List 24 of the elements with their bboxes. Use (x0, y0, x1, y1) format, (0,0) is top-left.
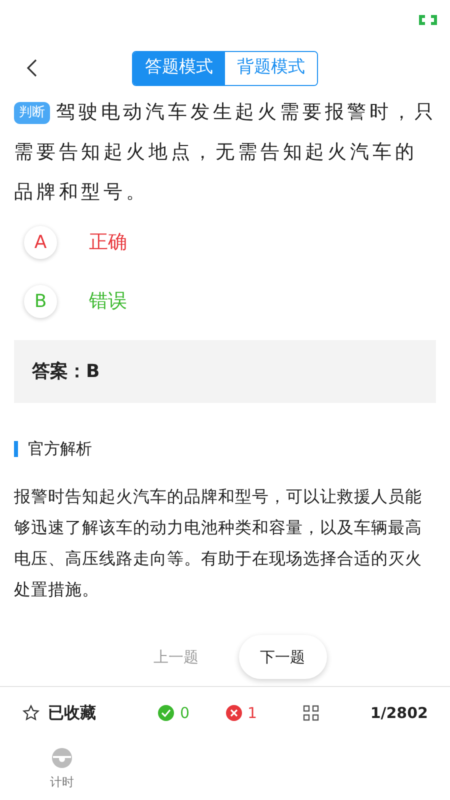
prev-button[interactable]: 上一题 (144, 635, 208, 679)
section-title: 官方解析 (28, 438, 92, 460)
correct-count: 0 (180, 702, 190, 724)
check-circle-icon (158, 705, 174, 721)
star-icon (22, 704, 40, 722)
answer-option[interactable]: B 错误 (24, 285, 450, 318)
question-text: 判断 驾驶电动汽车发生起火需要报警时，只需要告知起火地点，无需告知起火汽车的品牌和型号。 (14, 100, 438, 205)
back-icon (26, 58, 38, 78)
steering-wheel-icon (51, 747, 73, 769)
grid-icon[interactable] (303, 705, 320, 721)
answer-value: B (86, 360, 100, 384)
question-type-badge: 判断 (14, 102, 50, 124)
answer-option[interactable]: A 正确 (24, 226, 450, 259)
progress-count: 1/2802 (370, 702, 428, 724)
analysis-text: 报警时告知起火汽车的品牌和型号，可以让救援人员能够迅速了解该车的动力电池种类和容量，以及车辆最高电压、高压线路走向等。有助于在现场选择合适的灭火处置措施。 (13, 486, 423, 601)
cross-circle-icon (226, 705, 242, 721)
timer-tab[interactable]: 计时 (50, 747, 74, 791)
expand-icon (418, 14, 438, 26)
next-button[interactable]: 下一题 (238, 635, 326, 679)
section-marker (14, 441, 18, 457)
answer-label: 答案： (32, 360, 86, 384)
wrong-count: 1 (248, 702, 258, 724)
mode-tab[interactable]: 答题模式 (133, 52, 225, 84)
favorite-button[interactable]: 已收藏 (22, 701, 96, 725)
